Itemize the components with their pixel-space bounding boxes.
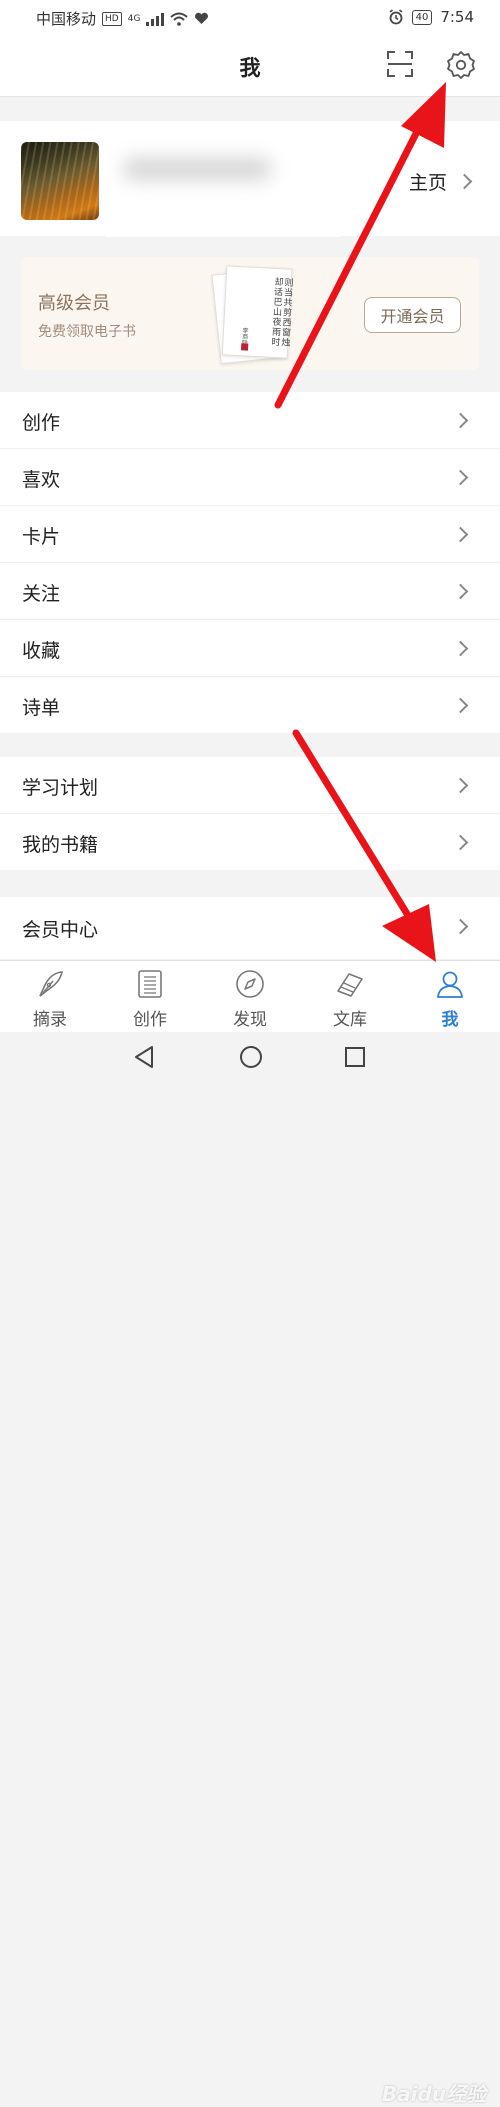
menu-item-likes[interactable]: 喜欢 <box>0 449 500 506</box>
menu-item-poem-lists[interactable]: 诗单 <box>0 677 500 733</box>
chevron-right-icon <box>452 918 469 935</box>
menu-item-label: 我的书籍 <box>22 834 99 856</box>
watermark: Baidu经验 <box>381 2082 486 2106</box>
system-nav-bar: Baidu经验 <box>0 1032 500 2106</box>
chevron-right-icon <box>452 777 469 794</box>
recents-square-icon[interactable] <box>344 1046 366 1068</box>
menu-item-label: 收藏 <box>22 640 61 662</box>
scan-icon[interactable] <box>386 50 414 78</box>
tab-excerpts[interactable]: 摘录 <box>0 961 100 1033</box>
alarm-icon <box>389 9 403 25</box>
clock: 7:54 <box>440 8 474 26</box>
carrier-label: 中国移动 <box>36 10 97 28</box>
menu-item-following[interactable]: 关注 <box>0 563 500 620</box>
menu-item-label: 关注 <box>22 583 61 605</box>
chevron-right-icon <box>452 697 469 714</box>
tab-library[interactable]: 文库 <box>300 961 400 1033</box>
menu-item-label: 卡片 <box>22 526 61 548</box>
homepage-label: 主页 <box>408 172 447 194</box>
quill-icon <box>39 971 63 997</box>
menu-item-cards[interactable]: 卡片 <box>0 506 500 563</box>
tab-label: 摘录 <box>33 1010 67 1030</box>
bottom-tab-bar: 摘录 创作 发现 文库 我 <box>0 960 500 1033</box>
menu-group-membership: 会员中心 <box>0 897 500 959</box>
chevron-right-icon <box>452 640 469 657</box>
menu-group-primary: 创作 喜欢 卡片 关注 收藏 诗单 <box>0 392 500 733</box>
page-title: 我 <box>239 56 261 80</box>
books-icon <box>337 973 363 997</box>
menu-item-study-plan[interactable]: 学习计划 <box>0 757 500 814</box>
tab-discover[interactable]: 发现 <box>200 961 300 1033</box>
chevron-right-icon <box>452 526 469 543</box>
signal-icon <box>146 12 165 26</box>
tab-me[interactable]: 我 <box>400 961 500 1033</box>
open-vip-button[interactable]: 开通会员 <box>364 297 461 333</box>
tab-label: 我 <box>441 1010 459 1030</box>
vip-card[interactable]: 高级会员 免费领取电子书 则当共剪西窗烛却话巴山夜雨时 李商隐 开通会员 <box>21 257 479 370</box>
status-bar: 中国移动 HD 4G 40 7:54 <box>0 0 500 34</box>
wifi-icon <box>170 12 189 26</box>
vip-title: 高级会员 <box>38 293 110 314</box>
document-icon <box>138 970 162 998</box>
chevron-right-icon <box>452 412 469 429</box>
network-label: 4G <box>127 13 141 24</box>
chevron-right-icon <box>452 834 469 851</box>
compass-icon <box>236 970 264 998</box>
profile-card[interactable]: 主页 <box>0 121 500 237</box>
blurred-username <box>106 137 339 237</box>
ebook-illustration: 则当共剪西窗烛却话巴山夜雨时 李商隐 <box>211 265 293 365</box>
home-circle-icon[interactable] <box>238 1044 264 1070</box>
menu-item-favorites[interactable]: 收藏 <box>0 620 500 677</box>
health-heart-icon <box>195 12 209 24</box>
menu-item-create[interactable]: 创作 <box>0 392 500 449</box>
hd-badge: HD <box>102 11 122 26</box>
title-bar: 我 <box>0 34 500 97</box>
menu-item-label: 学习计划 <box>22 777 99 799</box>
menu-item-label: 诗单 <box>22 697 61 719</box>
tab-label: 文库 <box>333 1010 367 1030</box>
back-triangle-icon[interactable] <box>132 1044 156 1070</box>
menu-item-label: 创作 <box>22 412 61 434</box>
menu-group-study: 学习计划 我的书籍 <box>0 757 500 870</box>
chevron-right-icon <box>452 583 469 600</box>
vip-subtitle: 免费领取电子书 <box>38 324 136 340</box>
chevron-right-icon <box>452 469 469 486</box>
tab-label: 发现 <box>233 1010 267 1030</box>
homepage-link[interactable]: 主页 <box>408 168 473 195</box>
battery-indicator: 40 <box>411 9 433 25</box>
menu-item-label: 会员中心 <box>22 919 99 941</box>
tab-label: 创作 <box>133 1010 167 1030</box>
tab-create[interactable]: 创作 <box>100 961 200 1033</box>
menu-item-vip-center[interactable]: 会员中心 <box>0 897 500 959</box>
menu-item-my-books[interactable]: 我的书籍 <box>0 814 500 870</box>
red-seal-icon <box>240 343 249 351</box>
chevron-right-icon <box>456 173 473 190</box>
settings-gear-icon[interactable] <box>446 50 476 80</box>
menu-item-label: 喜欢 <box>22 469 61 491</box>
avatar[interactable] <box>21 142 99 220</box>
person-icon <box>437 971 463 998</box>
